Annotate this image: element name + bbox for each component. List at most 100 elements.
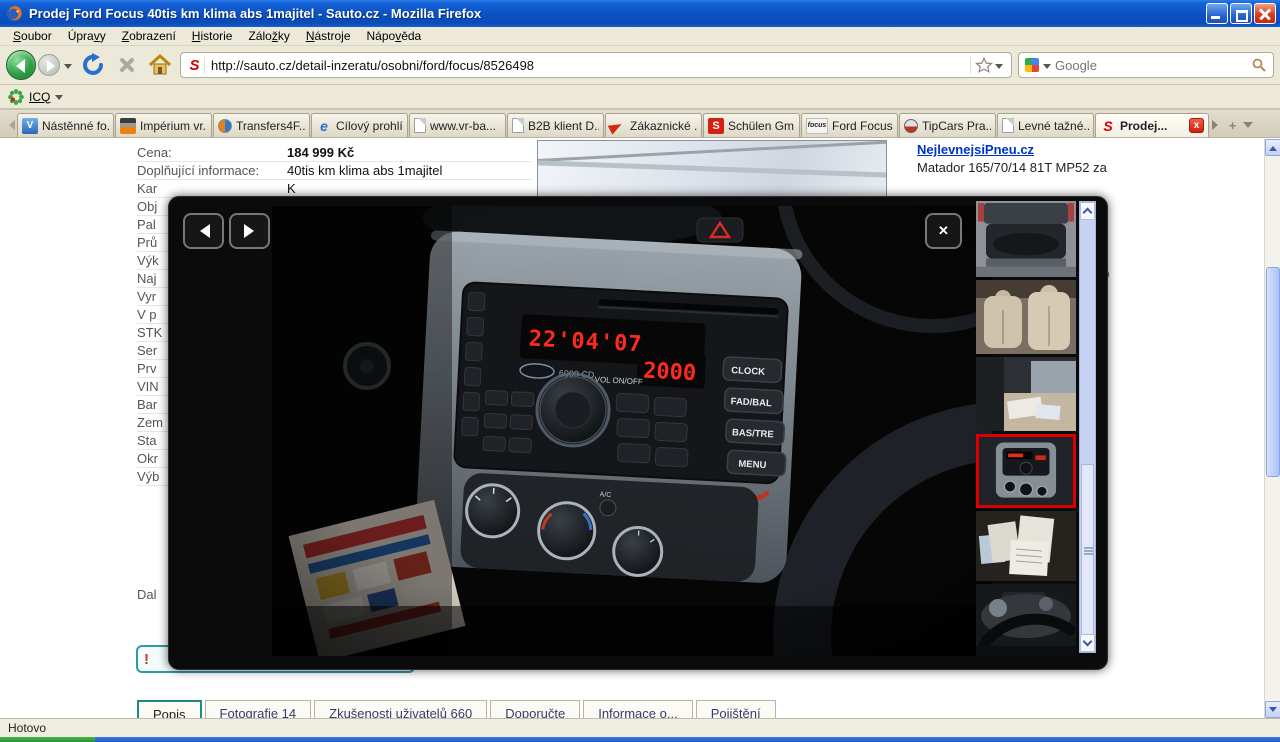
tab-scroll-left-icon[interactable]	[2, 113, 17, 137]
menu-nastroje[interactable]: Nástroje	[299, 28, 358, 44]
status-bar: Hotovo	[0, 718, 1280, 737]
firefox-logo-icon	[6, 5, 23, 22]
next-photo-button[interactable]	[229, 213, 270, 249]
thumbnail-list	[976, 201, 1076, 656]
thumbnail-photo-engine-bay[interactable]	[976, 584, 1076, 656]
ad-text: Matador 165/70/14 81T MP52 za	[917, 160, 1107, 175]
tab-imperium[interactable]: Impérium vr...	[115, 113, 212, 137]
refresh-icon[interactable]	[82, 53, 106, 77]
url-input[interactable]	[211, 58, 970, 73]
navigation-toolbar: S	[0, 46, 1280, 85]
transfer-icon	[218, 119, 232, 133]
focus-logo-icon: focus	[806, 118, 828, 134]
tab-close-icon[interactable]: x	[1189, 118, 1204, 133]
minimize-button[interactable]	[1206, 3, 1228, 24]
left-arrow-icon	[193, 224, 210, 238]
menu-bar: Soubor Úpravy Zobrazení Historie Záložky…	[0, 27, 1280, 46]
photo-lightbox: 22'04'07 2000 6000 CD VOL ON/OFF	[168, 196, 1108, 670]
window-title: Prodej Ford Focus 40tis km klima abs 1ma…	[29, 6, 1206, 21]
page-icon	[414, 118, 426, 133]
thumbnail-photo-documents[interactable]	[976, 511, 1076, 581]
tab-cilovy[interactable]: eCílový prohlí...	[311, 113, 408, 137]
lightbox-photo: 22'04'07 2000 6000 CD VOL ON/OFF	[272, 206, 992, 656]
lightbox-close-button[interactable]: ✕	[925, 213, 962, 249]
menu-soubor[interactable]: Soubor	[6, 28, 59, 44]
previous-photo-button[interactable]	[183, 213, 224, 249]
icq-dropdown-icon[interactable]	[55, 95, 63, 104]
thumbnails-scrollbar-thumb[interactable]	[1081, 464, 1094, 636]
magnifier-icon[interactable]	[1251, 57, 1267, 73]
status-text: Hotovo	[8, 721, 46, 735]
listing-main-photo[interactable]	[537, 140, 887, 198]
tab-levne[interactable]: Levné tažné...	[997, 113, 1094, 137]
tab-b2b[interactable]: B2B klient D...	[507, 113, 604, 137]
icq-menu-label[interactable]: ICQ	[29, 90, 50, 104]
thumbnails-scroll-down-icon[interactable]	[1080, 634, 1095, 652]
tab-schulen[interactable]: SSchülen Gm...	[703, 113, 800, 137]
google-icon	[1025, 58, 1039, 72]
forward-button[interactable]	[38, 54, 60, 76]
search-engine-dropdown-icon[interactable]	[1043, 64, 1051, 73]
tab-tipcars[interactable]: TipCars Pra...	[899, 113, 996, 137]
menu-historie[interactable]: Historie	[185, 28, 240, 44]
detail-row-cena: Cena:184 999 Kč	[137, 144, 531, 162]
page-icon	[512, 118, 524, 133]
tab-zakaznicke[interactable]: Zákaznické ...	[605, 113, 702, 137]
scroll-down-icon[interactable]	[1265, 701, 1280, 718]
paper-plane-icon	[610, 118, 626, 134]
list-all-tabs-icon[interactable]	[1240, 113, 1255, 137]
grip-icon	[1084, 547, 1093, 549]
icq-toolbar: ICQ	[0, 85, 1280, 110]
thumbnails-scroll-up-icon[interactable]	[1080, 202, 1095, 220]
v-app-icon: V	[22, 118, 38, 134]
menu-napoveda[interactable]: Nápověda	[360, 28, 429, 44]
home-icon[interactable]	[148, 53, 172, 77]
page-scrollbar[interactable]	[1264, 139, 1280, 718]
s-red-icon: S	[708, 118, 724, 134]
menu-zobrazeni[interactable]: Zobrazení	[115, 28, 183, 44]
thumbnail-scrollbar[interactable]	[1079, 201, 1096, 653]
thumbnail-photo-open-trunk[interactable]	[976, 201, 1076, 277]
tab-nastenne[interactable]: VNástěnné fo...	[17, 113, 114, 137]
new-tab-icon[interactable]: +	[1225, 113, 1240, 137]
ad-link[interactable]: NejlevnejsiPneu.cz	[917, 142, 1034, 157]
tab-transfers[interactable]: Transfers4F...	[213, 113, 310, 137]
menu-upravy[interactable]: Úpravy	[61, 28, 113, 44]
right-arrow-icon	[244, 224, 261, 238]
thumbnail-photo-interior-papers[interactable]	[976, 357, 1076, 431]
sauto-favicon: S	[185, 57, 205, 74]
restore-button[interactable]	[1230, 3, 1252, 24]
address-bar[interactable]: S	[180, 52, 1012, 78]
page-icon	[1002, 118, 1014, 133]
tab-fordfocus[interactable]: focusFord Focus ...	[801, 113, 898, 137]
stripes-icon	[120, 118, 136, 134]
bookmark-dropdown-icon[interactable]	[995, 64, 1003, 73]
tab-vrba[interactable]: www.vr-ba...	[409, 113, 506, 137]
tab-scroll-right-icon[interactable]	[1210, 113, 1225, 137]
icq-flower-icon	[8, 89, 24, 105]
search-input[interactable]	[1055, 58, 1251, 73]
sauto-icon: S	[1100, 118, 1116, 134]
menu-zalozky[interactable]: Záložky	[241, 28, 296, 44]
tab-prodej-active[interactable]: SProdej...x	[1095, 113, 1209, 137]
history-dropdown-icon[interactable]	[64, 64, 72, 73]
search-box[interactable]	[1018, 52, 1274, 78]
thumbnail-photo-radio-console-selected[interactable]	[976, 434, 1076, 508]
start-button[interactable]	[0, 737, 95, 742]
close-x-icon: ✕	[938, 223, 949, 239]
ie-icon: e	[316, 118, 332, 134]
back-button[interactable]	[6, 50, 36, 80]
scrollbar-thumb[interactable]	[1266, 267, 1280, 477]
bookmark-star-icon[interactable]	[975, 56, 993, 74]
windows-taskbar	[0, 737, 1280, 742]
thumbnail-photo-rear-seats[interactable]	[976, 280, 1076, 354]
scroll-up-icon[interactable]	[1265, 139, 1280, 156]
exclamation-icon: !	[144, 651, 149, 668]
more-label: Dal	[137, 587, 157, 602]
window-titlebar: Prodej Ford Focus 40tis km klima abs 1ma…	[0, 0, 1280, 27]
close-button[interactable]	[1254, 3, 1276, 24]
tipcars-icon	[904, 119, 918, 133]
sidebar-ad: NejlevnejsiPneu.cz Matador 165/70/14 81T…	[917, 142, 1107, 175]
stop-icon[interactable]	[116, 54, 138, 76]
tab-strip: VNástěnné fo... Impérium vr... Transfers…	[0, 110, 1280, 138]
